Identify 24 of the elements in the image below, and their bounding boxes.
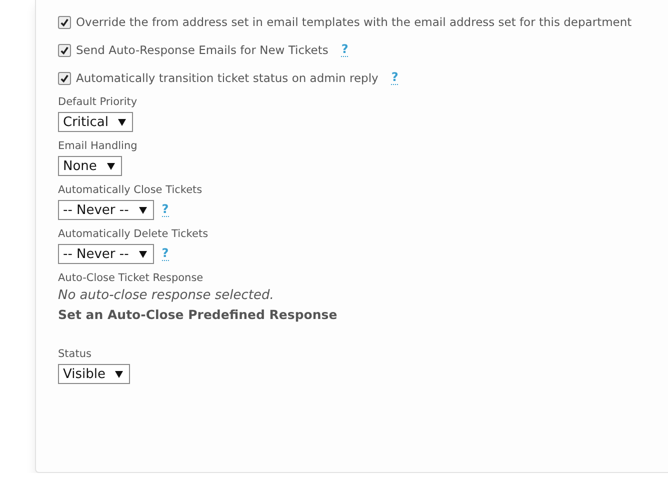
dropdown[interactable]: -- Never -- bbox=[58, 244, 154, 264]
dropdown[interactable]: Critical bbox=[58, 112, 134, 132]
field-label: Automatically Close Tickets bbox=[58, 184, 204, 196]
caret-icon bbox=[138, 206, 147, 214]
dropdown[interactable]: None bbox=[58, 156, 122, 176]
field-label: Status bbox=[58, 348, 92, 360]
dropdown[interactable]: -- Never -- bbox=[58, 200, 154, 220]
field-label: Email Handling bbox=[58, 140, 138, 152]
checkbox-label: Send Auto-Response Emails for New Tickets bbox=[76, 43, 328, 57]
field-label: Auto-Close Ticket Response bbox=[58, 272, 204, 284]
field-label: Default Priority bbox=[58, 96, 138, 108]
checkbox-label: Automatically transition ticket status on admin reply bbox=[76, 71, 378, 85]
caret-icon bbox=[106, 162, 115, 170]
set-response-link[interactable]: Set an Auto-Close Predefined Response bbox=[58, 307, 338, 322]
field-label: Automatically Delete Tickets bbox=[58, 228, 210, 240]
dropdown[interactable]: Visible bbox=[58, 364, 130, 384]
caret-icon bbox=[118, 118, 126, 126]
caret-icon bbox=[138, 250, 147, 258]
checkbox-label: Override the from address set in email templates with the email address set for this department bbox=[76, 15, 632, 29]
caret-icon bbox=[115, 370, 124, 378]
checkbox[interactable] bbox=[58, 44, 71, 56]
empty-note: No auto-close response selected. bbox=[58, 288, 275, 303]
checkbox[interactable] bbox=[58, 16, 71, 28]
checkbox[interactable] bbox=[58, 72, 71, 84]
